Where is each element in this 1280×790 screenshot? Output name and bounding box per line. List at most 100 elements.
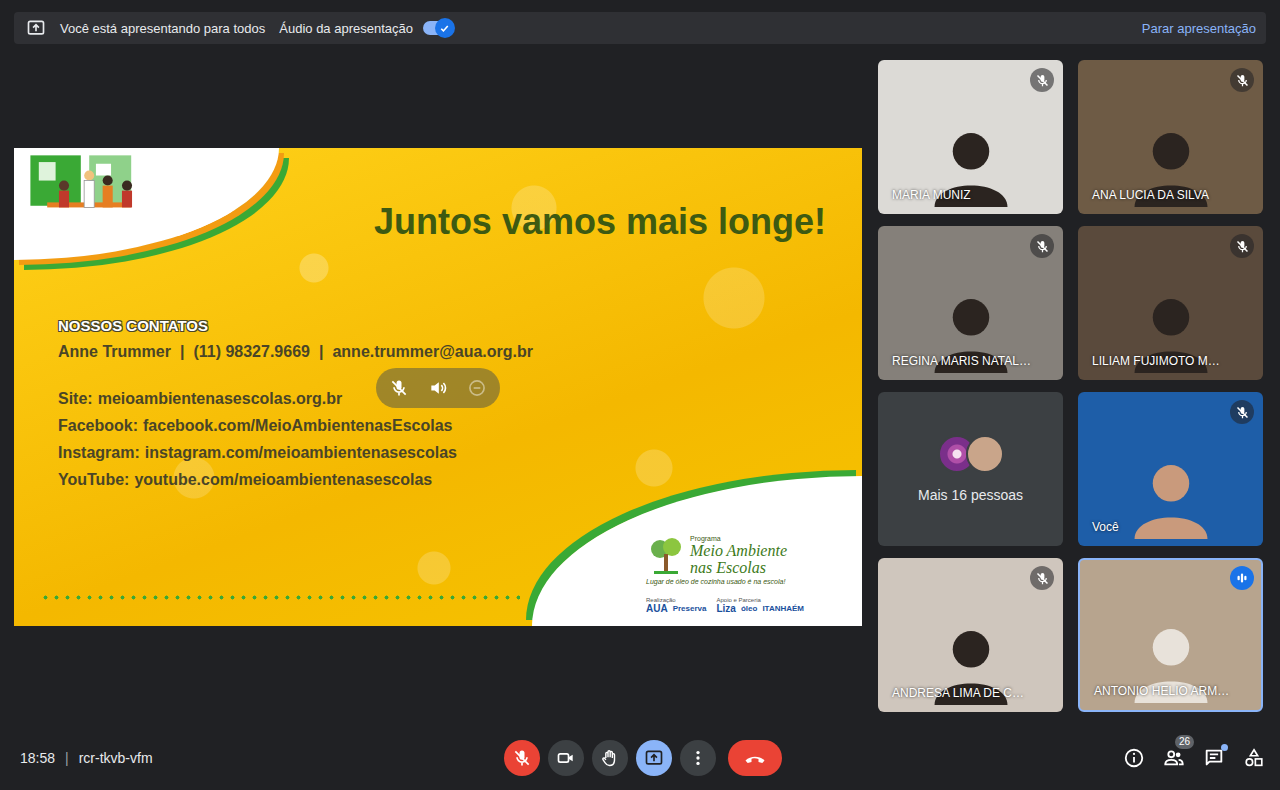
minus-circle-icon	[467, 378, 487, 398]
dotted-line	[40, 595, 520, 600]
speaking-indicator	[1230, 566, 1254, 590]
unread-dot	[1221, 744, 1228, 751]
mic-off-icon	[1035, 571, 1050, 586]
mic-off-icon	[1235, 239, 1250, 254]
more-button[interactable]	[680, 740, 716, 776]
slide-volume-button[interactable]	[426, 376, 450, 400]
slide-title: Juntos vamos mais longe!	[374, 200, 826, 244]
contact-link: YouTube:youtube.com/meioambientenasescol…	[58, 466, 826, 493]
participant-tile[interactable]: ANA LUCIA DA SILVA	[1078, 60, 1263, 214]
stop-presenting-button[interactable]: Parar apresentação	[1142, 21, 1256, 36]
participant-name: Você	[1092, 520, 1119, 534]
participant-tile[interactable]: LILIAM FUJIMOTO M…	[1078, 226, 1263, 380]
participant-name: MARIA MUNIZ	[892, 188, 971, 202]
muted-indicator	[1230, 400, 1254, 424]
presentation-bar: Você está apresentando para todos Áudio d…	[14, 12, 1266, 44]
participant-tile[interactable]: Mais 16 pessoas	[878, 392, 1063, 546]
tree-logo-icon	[646, 536, 686, 576]
meeting-code: rcr-tkvb-vfm	[79, 750, 153, 766]
main-area: Juntos vamos mais longe!NOSSOS CONTATOSA…	[0, 60, 1280, 726]
present-button[interactable]	[636, 740, 672, 776]
presentation-slide: Juntos vamos mais longe!NOSSOS CONTATOSA…	[14, 148, 862, 626]
mic-off-icon	[512, 748, 532, 768]
slide-controls	[376, 368, 500, 408]
contact-item: Anne Trummer	[58, 338, 171, 365]
people-illustration-icon	[22, 152, 232, 236]
people-button[interactable]: 26	[1162, 746, 1186, 770]
chat-button[interactable]	[1202, 746, 1226, 770]
meeting-info: 18:58|rcr-tkvb-vfm	[20, 750, 504, 766]
volume-icon	[428, 378, 448, 398]
hand-button[interactable]	[592, 740, 628, 776]
participant-tile[interactable]: REGINA MARIS NATAL…	[878, 226, 1063, 380]
participant-name: ANTONIO HELIO ARM…	[1094, 684, 1229, 698]
participant-tile[interactable]: MARIA MUNIZ	[878, 60, 1063, 214]
muted-indicator	[1230, 68, 1254, 92]
participant-name: REGINA MARIS NATAL…	[892, 354, 1031, 368]
contact-link: Facebook:facebook.com/MeioAmbientenasEsc…	[58, 412, 826, 439]
sponsor-logo: Liza	[716, 603, 735, 614]
avatar-icon	[966, 435, 1004, 473]
camera-button[interactable]	[548, 740, 584, 776]
camera-icon	[556, 748, 576, 768]
participant-grid: MARIA MUNIZ ANA LUCIA DA SILVA REGINA MARI…	[878, 60, 1263, 726]
sponsor-logo: óleo	[741, 604, 757, 613]
participant-count: 26	[1175, 735, 1194, 749]
contacts-block: NOSSOS CONTATOSAnne Trummer|(11) 98327.9…	[58, 316, 826, 493]
activities-icon	[1243, 747, 1265, 769]
participant-tile[interactable]: ANTONIO HELIO ARM…	[1078, 558, 1263, 712]
side-controls: 26	[782, 746, 1266, 770]
program-logo: ProgramaMeio Ambientenas EscolasLugar de…	[646, 535, 826, 614]
presentation-audio-label: Áudio da apresentação	[279, 21, 413, 36]
mic-off-icon	[1235, 405, 1250, 420]
present-screen-icon	[644, 748, 664, 768]
presentation-audio-toggle[interactable]	[423, 21, 453, 35]
mic-off-icon	[1035, 239, 1050, 254]
participant-name: LILIAM FUJIMOTO M…	[1092, 354, 1220, 368]
mic-off-icon	[389, 378, 409, 398]
bottom-bar: 18:58|rcr-tkvb-vfm 26	[0, 726, 1280, 790]
more-participants[interactable]: Mais 16 pessoas	[918, 487, 1023, 503]
more-options-icon	[688, 748, 708, 768]
hang-up-icon	[743, 746, 767, 770]
contact-line: Anne Trummer|(11) 98327.9669|anne.trumme…	[58, 338, 826, 365]
mic-button[interactable]	[504, 740, 540, 776]
muted-indicator	[1030, 566, 1054, 590]
participant-name: ANDRESA LIMA DE C…	[892, 686, 1024, 700]
muted-indicator	[1230, 234, 1254, 258]
slide-remove-button[interactable]	[465, 376, 489, 400]
sponsors-row: RealizaçãoAUAPreservaApoio e ParceriaLiz…	[646, 597, 804, 614]
sponsor-logo: Preserva	[673, 604, 707, 613]
slide-illustration	[14, 148, 279, 260]
mic-off-icon	[1035, 73, 1050, 88]
muted-indicator	[1030, 68, 1054, 92]
activities-button[interactable]	[1242, 746, 1266, 770]
contact-link: Site:meioambientenasescolas.org.br	[58, 385, 826, 412]
contact-item: (11) 98327.9669	[193, 338, 310, 365]
people-icon	[1163, 747, 1185, 769]
meet-window: Você está apresentando para todos Áudio d…	[0, 0, 1280, 790]
person-video-icon	[1123, 436, 1219, 546]
info-button[interactable]	[1122, 746, 1146, 770]
leave-button[interactable]	[728, 740, 782, 776]
mic-off-icon	[1235, 73, 1250, 88]
check-icon	[438, 22, 451, 35]
clock: 18:58	[20, 750, 55, 766]
toggle-knob	[435, 18, 455, 38]
slide-mute-button[interactable]	[387, 376, 411, 400]
muted-indicator	[1030, 234, 1054, 258]
presenting-icon	[26, 18, 46, 38]
contact-link: Instagram:instagram.com/meioambientenase…	[58, 439, 826, 466]
contact-item: anne.trummer@aua.org.br	[332, 338, 533, 365]
participant-tile[interactable]: Você	[1078, 392, 1263, 546]
sponsor-logo: AUA	[646, 603, 668, 614]
info-icon	[1123, 747, 1145, 769]
presenting-message: Você está apresentando para todos	[60, 21, 265, 36]
call-controls	[504, 740, 782, 776]
raise-hand-icon	[600, 748, 620, 768]
participant-tile[interactable]: ANDRESA LIMA DE C…	[878, 558, 1063, 712]
sponsor-logo: ITANHAÉM	[762, 604, 804, 613]
contacts-heading: NOSSOS CONTATOS	[58, 316, 826, 336]
audio-bars-icon	[1233, 569, 1251, 587]
participant-name: ANA LUCIA DA SILVA	[1092, 188, 1209, 202]
